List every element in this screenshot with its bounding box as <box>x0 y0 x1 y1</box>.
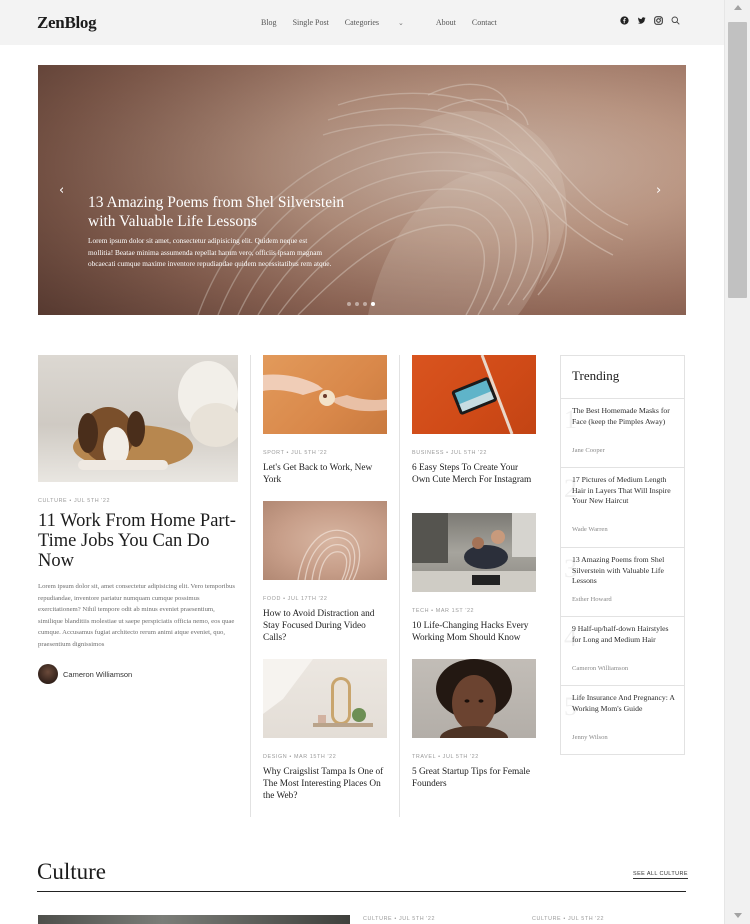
post-title[interactable]: How to Avoid Distraction and Stay Focuse… <box>263 608 387 644</box>
featured-post-image[interactable] <box>38 355 238 482</box>
post-image-travel[interactable] <box>412 659 536 738</box>
chevron-left-icon[interactable]: ‹ <box>59 183 64 198</box>
hero-excerpt: Lorem ipsum dolor sit amet, consectetur … <box>88 236 332 269</box>
post-image-business[interactable] <box>412 355 536 434</box>
post-image-tech[interactable] <box>412 513 536 592</box>
culture-post-image[interactable] <box>38 915 350 924</box>
trending-item-author: Cameron Williamson <box>572 665 629 672</box>
post-meta: BUSINESS • JUL 5TH '22 <box>412 450 487 456</box>
post-title[interactable]: 10 Life-Changing Hacks Every Working Mom… <box>412 620 536 644</box>
post-image-sport[interactable] <box>263 355 387 434</box>
trending-item[interactable]: 2 17 Pictures of Medium Length Hair in L… <box>561 467 684 547</box>
nav-item-categories-label: Categories <box>344 18 380 27</box>
hero-title[interactable]: 13 Amazing Poems from Shel Silverstein w… <box>88 193 348 231</box>
post-meta: DESIGN • MAR 15TH '22 <box>263 754 337 760</box>
scroll-up-arrow-icon[interactable] <box>734 5 742 10</box>
site-logo[interactable]: ZenBlog <box>37 13 97 33</box>
author-name[interactable]: Cameron Williamson <box>63 670 132 679</box>
column-divider <box>399 355 400 817</box>
trending-item[interactable]: 5 Life Insurance And Pregnancy: A Workin… <box>561 685 684 754</box>
see-all-culture-link[interactable]: SEE ALL CULTURE <box>633 871 688 879</box>
post-image-food[interactable] <box>263 501 387 580</box>
featured-post-meta: CULTURE • JUL 5TH '22 <box>38 498 111 504</box>
post-meta: CULTURE • JUL 5TH '22 <box>532 916 605 922</box>
nav-item-blog[interactable]: Blog <box>261 18 277 27</box>
author-avatar[interactable] <box>38 664 58 684</box>
post-meta: FOOD • JUL 17TH '22 <box>263 596 328 602</box>
post-meta: SPORT • JUL 5TH '22 <box>263 450 328 456</box>
trending-item-title[interactable]: 17 Pictures of Medium Length Hair in Lay… <box>572 475 675 507</box>
post-title[interactable]: 5 Great Startup Tips for Female Founders <box>412 766 536 790</box>
slider-dot[interactable] <box>363 302 367 306</box>
trending-item[interactable]: 1 The Best Homemade Masks for Face (keep… <box>561 398 684 468</box>
trending-item-title[interactable]: 9 Half-up/half-down Hairstyles for Long … <box>572 624 675 645</box>
hero-slider[interactable]: ‹ › 13 Amazing Poems from Shel Silverste… <box>38 65 686 315</box>
chevron-right-icon[interactable]: › <box>656 183 661 198</box>
trending-item[interactable]: 4 9 Half-up/half-down Hairstyles for Lon… <box>561 616 684 686</box>
nav-item-contact[interactable]: Contact <box>472 18 497 27</box>
instagram-icon[interactable] <box>654 16 663 25</box>
post-meta: TECH • MAR 1ST '22 <box>412 608 475 614</box>
slider-dot-active[interactable] <box>371 302 375 306</box>
post-meta: CULTURE • JUL 5TH '22 <box>363 916 436 922</box>
featured-post-excerpt: Lorem ipsum dolor sit, amet consectetur … <box>38 583 235 648</box>
site-header: ZenBlog Blog Single Post Categories ⌄ Abo… <box>0 0 724 45</box>
post-meta: TRAVEL • JUL 5TH '22 <box>412 754 479 760</box>
trending-item-author: Jenny Wilson <box>572 734 608 741</box>
slider-dot[interactable] <box>347 302 351 306</box>
trending-item-author: Wade Warren <box>572 526 608 533</box>
trending-item-author: Jane Cooper <box>572 447 605 454</box>
search-icon[interactable] <box>671 16 680 25</box>
facebook-icon[interactable] <box>620 16 629 25</box>
trending-item-title[interactable]: 13 Amazing Poems from Shel Silverstein w… <box>572 555 675 587</box>
featured-post-title[interactable]: 11 Work From Home Part-Time Jobs You Can… <box>38 511 238 571</box>
section-title-culture: Culture <box>37 859 106 884</box>
post-title[interactable]: Why Craigslist Tampa Is One of The Most … <box>263 766 387 802</box>
trending-panel: Trending 1 The Best Homemade Masks for F… <box>560 355 685 755</box>
nav-item-about[interactable]: About <box>436 18 456 27</box>
trending-item-author: Esther Howard <box>572 596 612 603</box>
nav-item-categories[interactable]: Categories ⌄ <box>345 18 420 27</box>
post-image-design[interactable] <box>263 659 387 738</box>
social-links <box>620 16 688 25</box>
chevron-down-icon: ⌄ <box>398 19 404 27</box>
column-divider <box>250 355 251 817</box>
hero-overlay <box>38 65 686 315</box>
post-title[interactable]: Let's Get Back to Work, New York <box>263 462 387 486</box>
trending-item[interactable]: 3 13 Amazing Poems from Shel Silverstein… <box>561 547 684 617</box>
main-nav: Blog Single Post Categories ⌄ About Conta… <box>261 18 513 27</box>
trending-heading: Trending <box>572 368 620 383</box>
scroll-down-arrow-icon[interactable] <box>734 913 742 918</box>
post-title[interactable]: 6 Easy Steps To Create Your Own Cute Mer… <box>412 462 536 486</box>
nav-item-single-post[interactable]: Single Post <box>293 18 329 27</box>
page-scrollbar[interactable] <box>724 0 750 924</box>
section-divider <box>37 891 686 892</box>
twitter-icon[interactable] <box>637 16 646 25</box>
trending-item-title[interactable]: Life Insurance And Pregnancy: A Working … <box>572 693 675 714</box>
slider-dot[interactable] <box>355 302 359 306</box>
slider-pagination <box>347 302 379 306</box>
trending-item-title[interactable]: The Best Homemade Masks for Face (keep t… <box>572 406 675 427</box>
scrollbar-thumb[interactable] <box>728 22 747 298</box>
